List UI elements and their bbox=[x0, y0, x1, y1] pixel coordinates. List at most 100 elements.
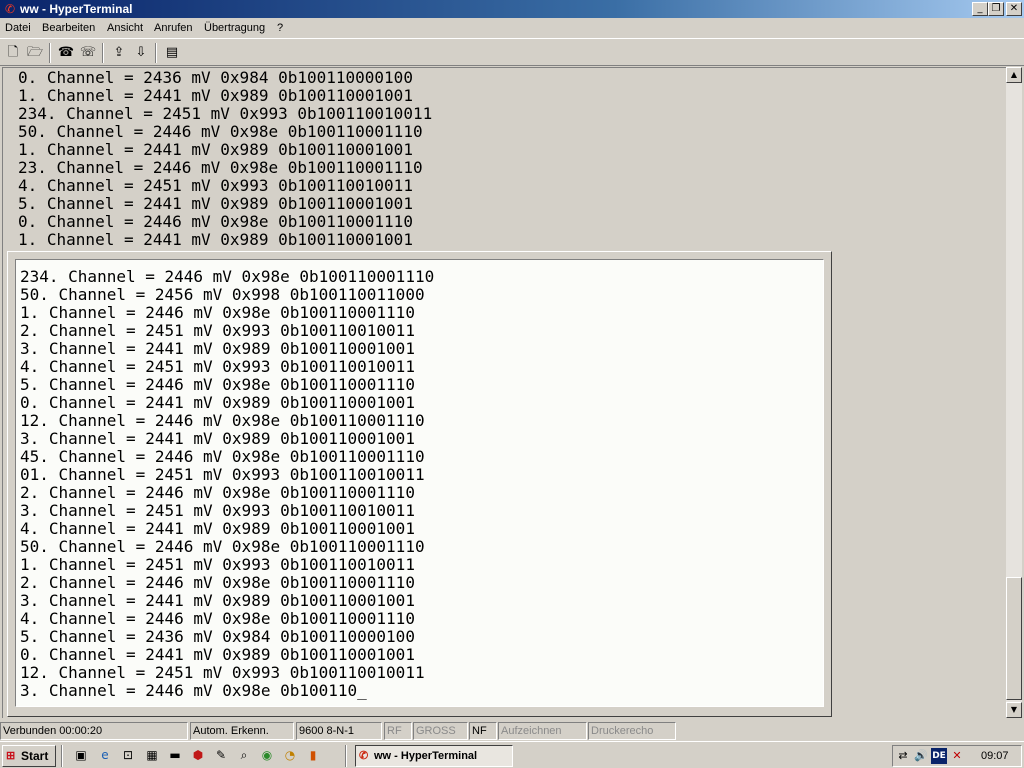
clock[interactable]: 09:07 bbox=[981, 749, 1009, 763]
terminal-line: 3. Channel = 2441 mV 0x989 0b10011000100… bbox=[20, 339, 415, 358]
internet-explorer-icon[interactable]: e bbox=[97, 747, 113, 763]
status-nf: NF bbox=[469, 722, 497, 740]
menu-ansicht[interactable]: Ansicht bbox=[106, 21, 144, 35]
terminal-backscroll: 0. Channel = 2436 mV 0x984 0b10011000010… bbox=[18, 69, 432, 249]
network-status-icon[interactable]: ⇄ bbox=[895, 748, 911, 764]
disconnected-network-icon[interactable]: ✕ bbox=[949, 748, 965, 764]
start-label: Start bbox=[21, 749, 49, 763]
status-settings: 9600 8-N-1 bbox=[296, 722, 382, 740]
taskbar-separator bbox=[345, 745, 347, 767]
terminal-line: 5. Channel = 2446 mV 0x98e 0b10011000111… bbox=[20, 375, 415, 394]
taskbar-button-label: ww - HyperTerminal bbox=[374, 750, 478, 762]
toolbar-separator bbox=[49, 43, 51, 63]
restore-button[interactable]: ❐ bbox=[988, 2, 1004, 16]
status-record: Aufzeichnen bbox=[498, 722, 587, 740]
menu-uebertragung[interactable]: Übertragung bbox=[203, 21, 266, 35]
toolbar-separator bbox=[155, 43, 157, 63]
terminal-line: 50. Channel = 2456 mV 0x998 0b1001100110… bbox=[20, 285, 425, 304]
hyperterminal-icon: ✆ bbox=[359, 750, 369, 762]
terminal-line: 12. Channel = 2446 mV 0x98e 0b1001100011… bbox=[20, 411, 425, 430]
terminal-line: 3. Channel = 2446 mV 0x98e 0b100110_ bbox=[20, 681, 367, 700]
terminal-area[interactable]: 0. Channel = 2436 mV 0x984 0b10011000010… bbox=[2, 67, 1006, 718]
terminal-line: 4. Channel = 2451 mV 0x993 0b10011001001… bbox=[18, 176, 413, 195]
status-echo: Druckerecho bbox=[588, 722, 676, 740]
terminal-line: 234. Channel = 2446 mV 0x98e 0b100110001… bbox=[20, 267, 435, 286]
terminal-line: 50. Channel = 2446 mV 0x98e 0b1001100011… bbox=[18, 122, 423, 141]
terminal-line: 1. Channel = 2441 mV 0x989 0b10011000100… bbox=[18, 140, 413, 159]
terminal-shortcut-icon[interactable]: ▬ bbox=[167, 747, 183, 763]
window-title: ww - HyperTerminal bbox=[20, 2, 133, 16]
terminal-line: 01. Channel = 2451 mV 0x993 0b1001100100… bbox=[20, 465, 425, 484]
media-icon[interactable]: ◔ bbox=[282, 747, 298, 763]
menu-anrufen[interactable]: Anrufen bbox=[153, 21, 194, 35]
terminal-line: 0. Channel = 2436 mV 0x984 0b10011000010… bbox=[18, 68, 413, 87]
app-icon[interactable]: ◉ bbox=[259, 747, 275, 763]
terminal-line: 5. Channel = 2441 mV 0x989 0b10011000100… bbox=[18, 194, 413, 213]
send-icon[interactable]: ⇪ bbox=[108, 42, 130, 64]
terminal-line: 1. Channel = 2451 mV 0x993 0b10011001001… bbox=[20, 555, 415, 574]
terminal-line: 12. Channel = 2451 mV 0x993 0b1001100100… bbox=[20, 663, 425, 682]
scroll-thumb[interactable] bbox=[1006, 577, 1022, 700]
windows-logo-icon: ⊞ bbox=[6, 750, 16, 762]
scroll-up-button[interactable]: ▲ bbox=[1006, 67, 1022, 83]
terminal-line: 1. Channel = 2441 mV 0x989 0b10011000100… bbox=[18, 230, 413, 249]
disconnect-icon[interactable]: ☏ bbox=[77, 42, 99, 64]
close-button[interactable]: ✕ bbox=[1006, 2, 1022, 16]
status-detect: Autom. Erkenn. bbox=[190, 722, 294, 740]
terminal-line: 234. Channel = 2451 mV 0x993 0b100110010… bbox=[18, 104, 433, 123]
calculator-icon[interactable]: ▦ bbox=[144, 747, 160, 763]
taskbar: ⊞ Start ▣ e ⊡ ▦ ▬ ⬢ ✎ ⌕ ◉ ◔ ▮ ✆ ww - Hyp… bbox=[0, 741, 1024, 768]
start-button[interactable]: ⊞ Start bbox=[2, 745, 56, 767]
status-bar: Verbunden 00:00:20 Autom. Erkenn. 9600 8… bbox=[0, 721, 1024, 741]
pdf-icon[interactable]: ⬢ bbox=[190, 747, 206, 763]
hyperterminal-icon: ✆ bbox=[4, 2, 16, 16]
menu-help[interactable]: ? bbox=[276, 21, 284, 35]
terminal-screen[interactable]: 234. Channel = 2446 mV 0x98e 0b100110001… bbox=[15, 259, 824, 707]
call-icon[interactable]: ☎ bbox=[55, 42, 77, 64]
explorer-icon[interactable]: ⌕ bbox=[236, 747, 252, 763]
terminal-line: 3. Channel = 2441 mV 0x989 0b10011000100… bbox=[20, 591, 415, 610]
scroll-down-button[interactable]: ▼ bbox=[1006, 702, 1022, 718]
terminal-line: 3. Channel = 2451 mV 0x993 0b10011001001… bbox=[20, 501, 415, 520]
vertical-scrollbar[interactable]: ▲ ▼ bbox=[1006, 67, 1022, 718]
properties-icon[interactable]: ▤ bbox=[161, 42, 183, 64]
title-bar[interactable]: ✆ ww - HyperTerminal _ ❐ ✕ bbox=[0, 0, 1024, 18]
terminal-line: 4. Channel = 2441 mV 0x989 0b10011000100… bbox=[20, 519, 415, 538]
terminal-line: 5. Channel = 2436 mV 0x984 0b10011000010… bbox=[20, 627, 415, 646]
terminal-line: 45. Channel = 2446 mV 0x98e 0b1001100011… bbox=[20, 447, 425, 466]
terminal-line: 2. Channel = 2451 mV 0x993 0b10011001001… bbox=[20, 321, 415, 340]
terminal-panel: 234. Channel = 2446 mV 0x98e 0b100110001… bbox=[7, 251, 832, 717]
toolbar: 🗋 🗁 ☎ ☏ ⇪ ⇩ ▤ bbox=[0, 38, 1024, 66]
minimize-button[interactable]: _ bbox=[972, 2, 988, 16]
open-icon[interactable]: 🗁 bbox=[24, 42, 46, 64]
menu-bearbeiten[interactable]: Bearbeiten bbox=[41, 21, 96, 35]
language-indicator[interactable]: DE bbox=[931, 748, 947, 764]
receive-icon[interactable]: ⇩ bbox=[130, 42, 152, 64]
status-caps: GROSS bbox=[413, 722, 468, 740]
terminal-line: 4. Channel = 2446 mV 0x98e 0b10011000111… bbox=[20, 609, 415, 628]
terminal-line: 2. Channel = 2446 mV 0x98e 0b10011000111… bbox=[20, 573, 415, 592]
system-tray: ⇄ 🔊 DE ✕ 09:07 bbox=[892, 745, 1022, 767]
taskbar-button-hyperterminal[interactable]: ✆ ww - HyperTerminal bbox=[355, 745, 513, 767]
menu-bar: Datei Bearbeiten Ansicht Anrufen Übertra… bbox=[0, 18, 1024, 38]
terminal-line: 1. Channel = 2441 mV 0x989 0b10011000100… bbox=[18, 86, 413, 105]
terminal-lines: 234. Channel = 2446 mV 0x98e 0b100110001… bbox=[20, 268, 434, 700]
terminal-line: 0. Channel = 2446 mV 0x98e 0b10011000111… bbox=[18, 212, 413, 231]
volume-icon[interactable]: 🔊 bbox=[913, 748, 929, 764]
taskbar-separator bbox=[61, 745, 63, 767]
status-connected: Verbunden 00:00:20 bbox=[0, 722, 188, 740]
terminal-line: 3. Channel = 2441 mV 0x989 0b10011000100… bbox=[20, 429, 415, 448]
show-desktop-icon[interactable]: ▣ bbox=[73, 747, 89, 763]
terminal-line: 0. Channel = 2441 mV 0x989 0b10011000100… bbox=[20, 393, 415, 412]
menu-datei[interactable]: Datei bbox=[4, 21, 32, 35]
terminal-line: 2. Channel = 2446 mV 0x98e 0b10011000111… bbox=[20, 483, 415, 502]
text-editor-icon[interactable]: ✎ bbox=[213, 747, 229, 763]
new-icon[interactable]: 🗋 bbox=[2, 42, 24, 64]
terminal-line: 50. Channel = 2446 mV 0x98e 0b1001100011… bbox=[20, 537, 425, 556]
tools-icon[interactable]: ▮ bbox=[305, 747, 321, 763]
network-icon[interactable]: ⊡ bbox=[120, 747, 136, 763]
toolbar-separator bbox=[102, 43, 104, 63]
terminal-line: 1. Channel = 2446 mV 0x98e 0b10011000111… bbox=[20, 303, 415, 322]
status-rf: RF bbox=[384, 722, 412, 740]
terminal-line: 4. Channel = 2451 mV 0x993 0b10011001001… bbox=[20, 357, 415, 376]
